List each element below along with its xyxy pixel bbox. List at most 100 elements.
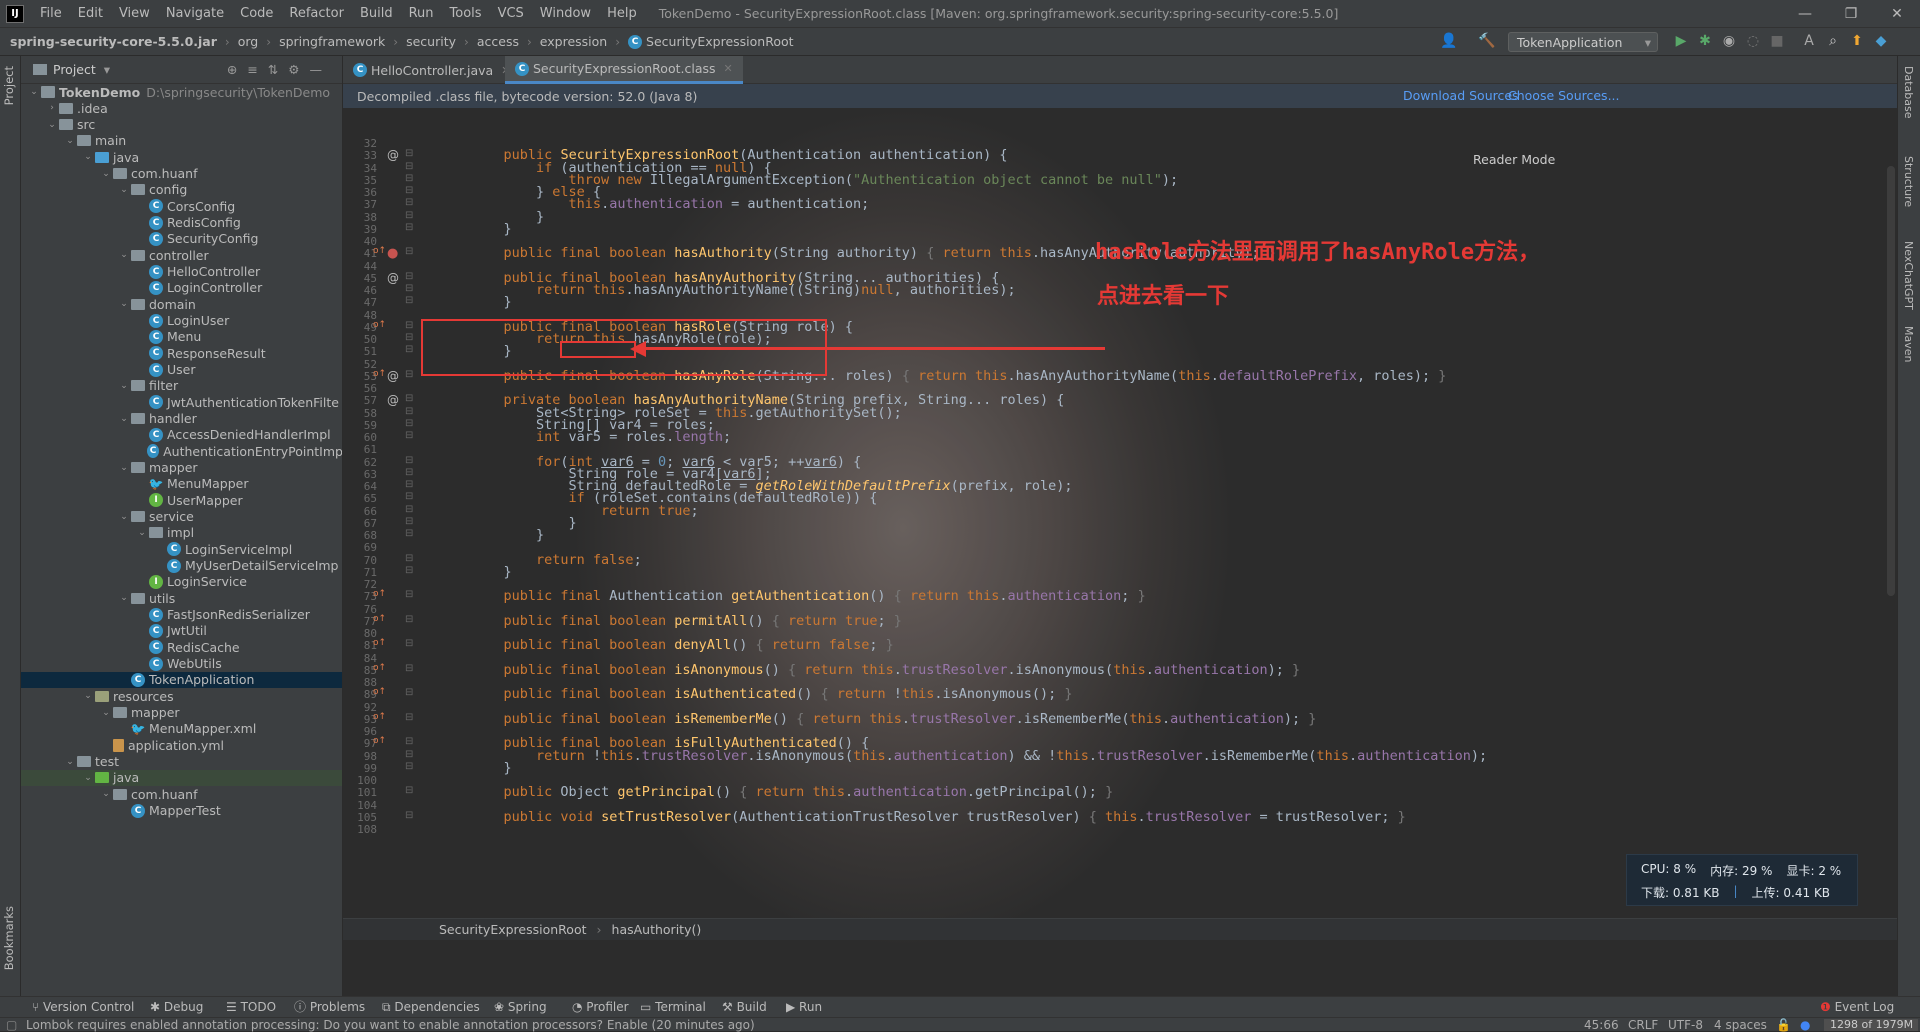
fold-icon[interactable]: ⊟ <box>405 749 413 760</box>
memory-indicator[interactable]: 1298 of 1979M <box>1824 1019 1918 1031</box>
tool-window-problems[interactable]: ⓘ Problems <box>294 997 365 1018</box>
tree-item[interactable]: ⌄ config <box>21 182 342 198</box>
tree-item[interactable]: ⌄ src <box>21 117 342 133</box>
tree-item[interactable]: ⌄ resources <box>21 688 342 704</box>
tree-item[interactable]: ⌄ handler <box>21 411 342 427</box>
nav-crumb[interactable]: springframework <box>279 34 385 49</box>
debug-icon[interactable]: ✱ <box>1696 32 1714 50</box>
editor-tab[interactable]: C SecurityExpressionRoot.class ✕ <box>505 56 743 84</box>
expand-arrow-icon[interactable]: ⌄ <box>99 169 113 179</box>
expand-arrow-icon[interactable]: ⌄ <box>81 773 95 783</box>
menu-refactor[interactable]: Refactor <box>281 0 352 28</box>
minimize-button[interactable]: — <box>1782 0 1828 28</box>
maximize-button[interactable]: ❐ <box>1828 0 1874 28</box>
fold-icon[interactable]: ⊟ <box>405 467 413 478</box>
menu-code[interactable]: Code <box>232 0 281 28</box>
update-icon[interactable]: ⬆ <box>1848 32 1866 50</box>
tree-item[interactable]: I UserMapper <box>21 492 342 508</box>
tree-item[interactable]: ⌄ utils <box>21 590 342 606</box>
menu-vcs[interactable]: VCS <box>490 0 532 28</box>
fold-icon[interactable]: ⊟ <box>405 210 413 221</box>
tree-item[interactable]: ⌄ com.huanf <box>21 786 342 802</box>
nav-crumb[interactable]: spring-security-core-5.5.0.jar <box>10 34 217 49</box>
expand-arrow-icon[interactable]: ⌄ <box>117 381 131 391</box>
fold-icon[interactable]: ⊟ <box>405 504 413 515</box>
override-icon[interactable]: o↑ <box>373 736 386 746</box>
editor-tab[interactable]: CHelloController.java✕ <box>343 56 520 84</box>
fold-icon[interactable]: ⊟ <box>405 369 413 380</box>
menu-build[interactable]: Build <box>352 0 401 28</box>
project-tool-tab[interactable]: Project <box>2 66 16 105</box>
status-toggle-icon[interactable]: ▢ <box>6 1018 17 1032</box>
run-configuration-select[interactable]: TokenApplication ▾ <box>1508 32 1658 52</box>
event-log-button[interactable]: ❶ Event Log <box>1820 997 1894 1018</box>
tree-item[interactable]: C JwtAuthenticationTokenFilte <box>21 394 342 410</box>
fold-icon[interactable]: ⊟ <box>405 553 413 564</box>
fold-icon[interactable]: ⊟ <box>405 344 413 355</box>
reader-mode-button[interactable]: Reader Mode <box>1473 152 1555 167</box>
tree-item[interactable]: C ResponseResult <box>21 345 342 361</box>
close-tab-icon[interactable]: ✕ <box>724 62 733 75</box>
fold-icon[interactable]: ⊟ <box>405 528 413 539</box>
expand-arrow-icon[interactable]: ⌄ <box>117 299 131 309</box>
database-tool-tab[interactable]: Database <box>1902 66 1915 119</box>
tree-item[interactable]: ⌄ mapper <box>21 460 342 476</box>
tree-item[interactable]: 🐦 MenuMapper <box>21 476 342 492</box>
override-icon[interactable]: o↑ <box>373 246 386 256</box>
expand-arrow-icon[interactable]: ⌄ <box>45 120 59 130</box>
tree-item[interactable]: C TokenApplication <box>21 671 342 688</box>
fold-icon[interactable]: ⊟ <box>405 810 413 821</box>
tree-item[interactable]: I LoginService <box>21 574 342 590</box>
tree-item[interactable]: ⌄ filter <box>21 378 342 394</box>
tree-item[interactable]: C RedisCache <box>21 639 342 655</box>
nav-crumb[interactable]: expression <box>540 34 607 49</box>
annotation-icon[interactable]: @ <box>387 393 399 407</box>
tree-item[interactable]: ⌄ controller <box>21 247 342 263</box>
expand-arrow-icon[interactable]: ⌄ <box>99 789 113 799</box>
tool-window-version-control[interactable]: ⑂ Version Control <box>32 997 134 1018</box>
annotation-icon[interactable]: @ <box>387 148 399 162</box>
expand-arrow-icon[interactable]: ⌄ <box>117 463 131 473</box>
expand-arrow-icon[interactable]: ⌄ <box>117 512 131 522</box>
status-message[interactable]: Lombok requires enabled annotation proce… <box>26 1018 755 1032</box>
fold-icon[interactable]: ⊟ <box>405 479 413 490</box>
fold-icon[interactable]: ⊟ <box>405 148 413 159</box>
tool-window-profiler[interactable]: ◔ Profiler <box>572 997 629 1018</box>
tool-window-terminal[interactable]: ▭ Terminal <box>640 997 706 1018</box>
breadcrumb-class[interactable]: SecurityExpressionRoot <box>439 922 587 937</box>
tree-item[interactable]: C LoginUser <box>21 313 342 329</box>
fold-icon[interactable]: ⊟ <box>405 161 413 172</box>
menu-navigate[interactable]: Navigate <box>158 0 232 28</box>
fold-icon[interactable]: ⊟ <box>405 785 413 796</box>
editor-scrollbar[interactable] <box>1887 166 1895 596</box>
menu-file[interactable]: File <box>32 0 70 28</box>
fold-icon[interactable]: ⊟ <box>405 687 413 698</box>
expand-arrow-icon[interactable]: ⌄ <box>63 757 77 767</box>
tree-item[interactable]: C WebUtils <box>21 656 342 672</box>
fold-icon[interactable]: ⊟ <box>405 614 413 625</box>
fold-icon[interactable]: ⊟ <box>405 638 413 649</box>
override-icon[interactable]: o↑ <box>373 712 386 722</box>
fold-icon[interactable]: ⊟ <box>405 320 413 331</box>
fold-icon[interactable]: ⊟ <box>405 712 413 723</box>
tree-item[interactable]: ⌄ service <box>21 509 342 525</box>
override-icon[interactable]: o↑ <box>373 369 386 379</box>
build-hammer-icon[interactable]: 🔨 <box>1478 32 1496 50</box>
tool-window-spring[interactable]: ❀ Spring <box>494 997 547 1018</box>
file-encoding[interactable]: UTF-8 <box>1668 1018 1703 1032</box>
fold-icon[interactable]: ⊟ <box>405 295 413 306</box>
run-icon[interactable]: ▶ <box>1672 32 1690 50</box>
indent-setting[interactable]: 4 spaces <box>1714 1018 1767 1032</box>
annotation-icon[interactable]: @ <box>387 369 399 383</box>
fold-icon[interactable]: ⊟ <box>405 271 413 282</box>
fold-icon[interactable]: ⊟ <box>405 736 413 747</box>
lock-icon[interactable]: 🔓 <box>1776 1018 1791 1032</box>
download-sources-link[interactable]: Download Sources <box>1403 84 1519 108</box>
maven-tool-tab[interactable]: Maven <box>1902 326 1915 362</box>
fold-icon[interactable]: ⊟ <box>405 418 413 429</box>
menu-tools[interactable]: Tools <box>442 0 490 28</box>
tree-item[interactable]: C LoginServiceImpl <box>21 541 342 557</box>
tree-item[interactable]: ⌄ TokenDemo D:\springsecurity\TokenDemo <box>21 84 342 100</box>
fold-icon[interactable]: ⊟ <box>405 197 413 208</box>
expand-arrow-icon[interactable]: ⌄ <box>135 528 149 538</box>
